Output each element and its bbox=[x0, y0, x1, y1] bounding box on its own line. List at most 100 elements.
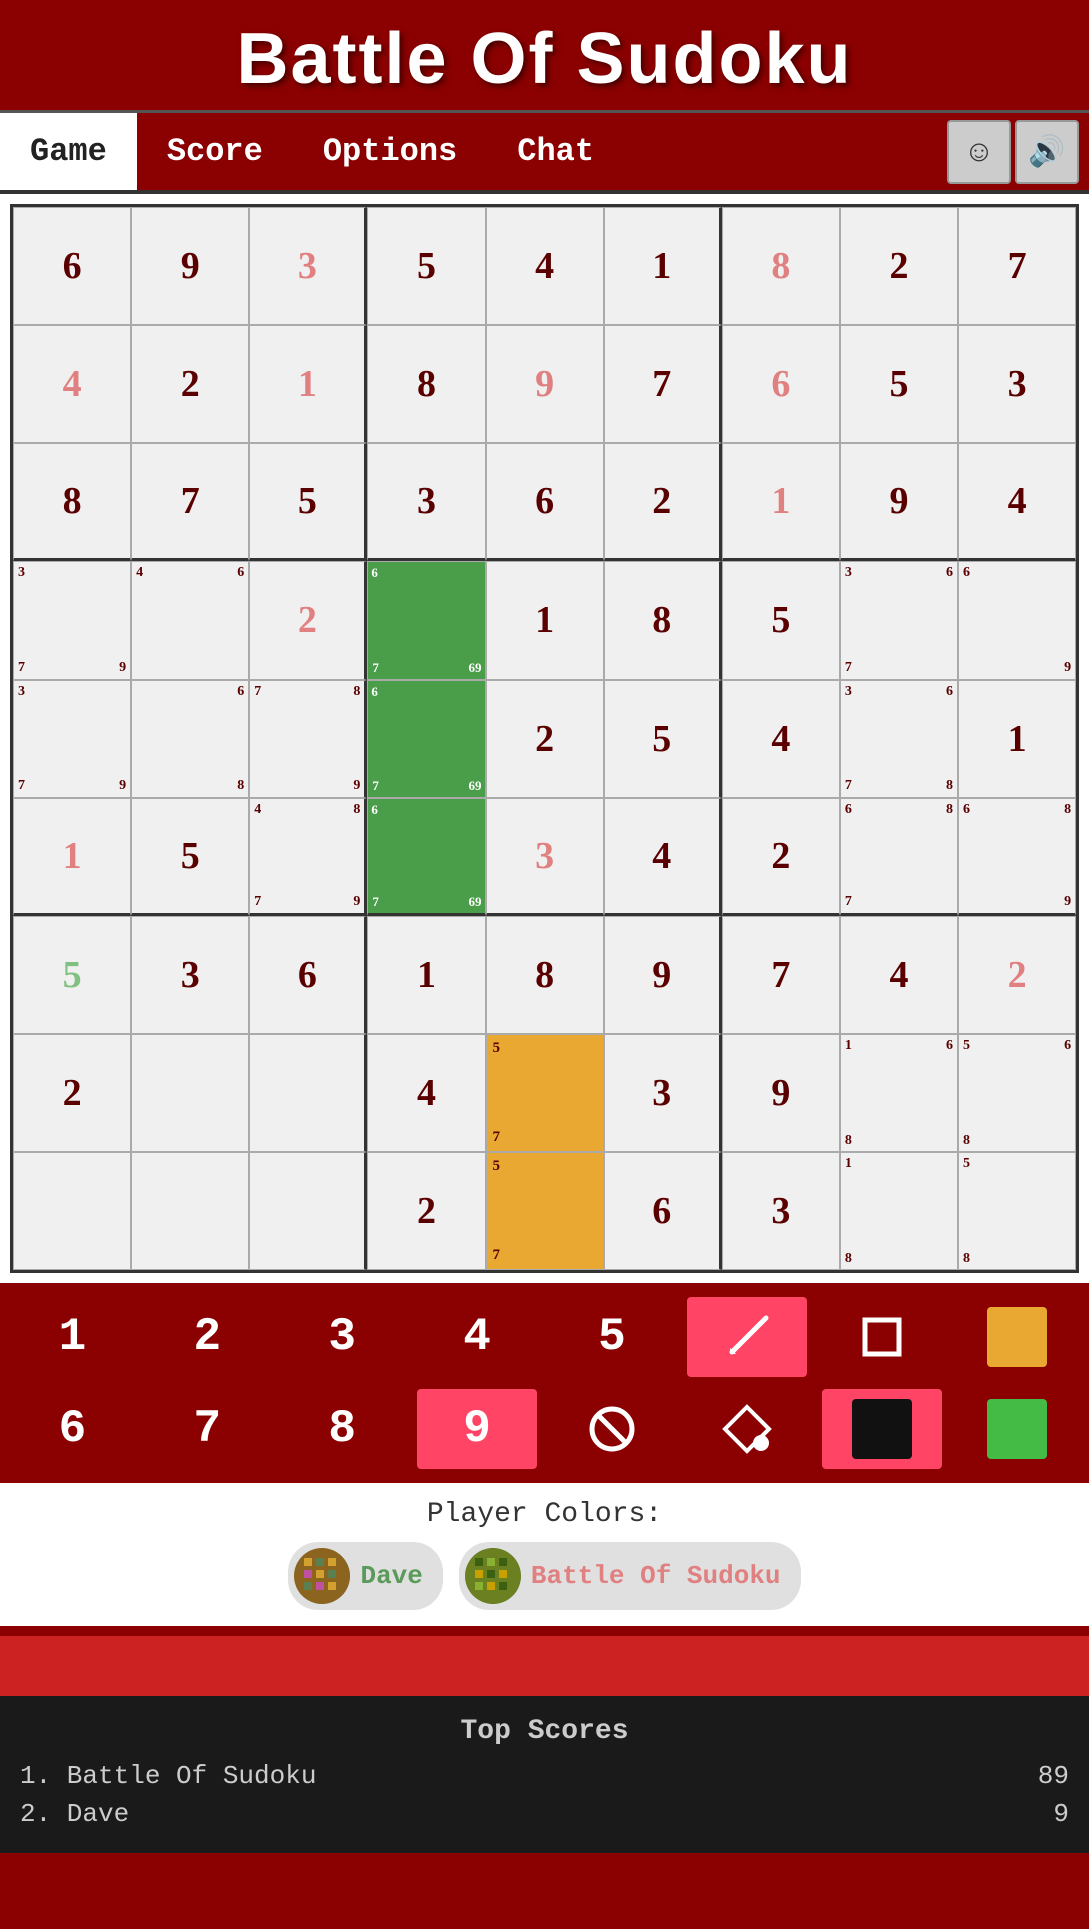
cell-7-2[interactable] bbox=[249, 1034, 367, 1152]
cell-0-8[interactable]: 7 bbox=[958, 207, 1076, 325]
cell-6-4[interactable]: 8 bbox=[486, 916, 604, 1034]
cell-3-6[interactable]: 5 bbox=[722, 561, 840, 679]
cell-1-1[interactable]: 2 bbox=[131, 325, 249, 443]
cell-0-5[interactable]: 1 bbox=[604, 207, 722, 325]
cell-8-7[interactable]: 18 bbox=[840, 1152, 958, 1270]
cell-2-7[interactable]: 9 bbox=[840, 443, 958, 561]
cell-8-2[interactable] bbox=[249, 1152, 367, 1270]
num-btn-2[interactable]: 2 bbox=[147, 1297, 267, 1377]
cell-2-8[interactable]: 4 bbox=[958, 443, 1076, 561]
green-square-btn[interactable] bbox=[957, 1389, 1077, 1469]
cell-0-2[interactable]: 3 bbox=[249, 207, 367, 325]
cell-7-7[interactable]: 168 bbox=[840, 1034, 958, 1152]
num-btn-4[interactable]: 4 bbox=[417, 1297, 537, 1377]
cell-8-1[interactable] bbox=[131, 1152, 249, 1270]
cell-6-1[interactable]: 3 bbox=[131, 916, 249, 1034]
cell-4-7[interactable]: 3678 bbox=[840, 680, 958, 798]
cell-4-2[interactable]: 789 bbox=[249, 680, 367, 798]
num-btn-1[interactable]: 1 bbox=[12, 1297, 132, 1377]
cell-0-7[interactable]: 2 bbox=[840, 207, 958, 325]
cell-5-0[interactable]: 1 bbox=[13, 798, 131, 916]
cell-2-3[interactable]: 3 bbox=[367, 443, 485, 561]
cell-7-5[interactable]: 3 bbox=[604, 1034, 722, 1152]
num-btn-3[interactable]: 3 bbox=[282, 1297, 402, 1377]
cell-0-3[interactable]: 5 bbox=[367, 207, 485, 325]
cell-3-1[interactable]: 46 bbox=[131, 561, 249, 679]
cell-5-3[interactable]: 7669 bbox=[367, 798, 485, 916]
orange-square-btn[interactable] bbox=[957, 1297, 1077, 1377]
cell-8-4[interactable]: 57 bbox=[486, 1152, 604, 1270]
cell-8-0[interactable] bbox=[13, 1152, 131, 1270]
cell-6-3[interactable]: 1 bbox=[367, 916, 485, 1034]
cell-7-6[interactable]: 9 bbox=[722, 1034, 840, 1152]
sound-icon-btn[interactable]: 🔊 bbox=[1015, 120, 1079, 184]
black-square-btn[interactable] bbox=[822, 1389, 942, 1469]
cell-5-2[interactable]: 4879 bbox=[249, 798, 367, 916]
cell-2-0[interactable]: 8 bbox=[13, 443, 131, 561]
cell-6-5[interactable]: 9 bbox=[604, 916, 722, 1034]
tab-options[interactable]: Options bbox=[293, 113, 487, 190]
cell-1-0[interactable]: 4 bbox=[13, 325, 131, 443]
cell-6-6[interactable]: 7 bbox=[722, 916, 840, 1034]
cell-7-1[interactable] bbox=[131, 1034, 249, 1152]
cell-0-1[interactable]: 9 bbox=[131, 207, 249, 325]
cell-8-5[interactable]: 6 bbox=[604, 1152, 722, 1270]
cell-1-2[interactable]: 1 bbox=[249, 325, 367, 443]
cell-3-5[interactable]: 8 bbox=[604, 561, 722, 679]
num-btn-8[interactable]: 8 bbox=[282, 1389, 402, 1469]
cell-4-3[interactable]: 7669 bbox=[367, 680, 485, 798]
cell-3-0[interactable]: 379 bbox=[13, 561, 131, 679]
cell-3-8[interactable]: 69 bbox=[958, 561, 1076, 679]
cell-8-8[interactable]: 58 bbox=[958, 1152, 1076, 1270]
cell-0-0[interactable]: 6 bbox=[13, 207, 131, 325]
cell-5-6[interactable]: 2 bbox=[722, 798, 840, 916]
cell-5-8[interactable]: 689 bbox=[958, 798, 1076, 916]
cell-2-4[interactable]: 6 bbox=[486, 443, 604, 561]
cell-8-3[interactable]: 2 bbox=[367, 1152, 485, 1270]
cell-1-5[interactable]: 7 bbox=[604, 325, 722, 443]
cell-4-1[interactable]: 68 bbox=[131, 680, 249, 798]
ban-btn[interactable] bbox=[552, 1389, 672, 1469]
cell-3-7[interactable]: 367 bbox=[840, 561, 958, 679]
num-btn-7[interactable]: 7 bbox=[147, 1389, 267, 1469]
cell-0-6[interactable]: 8 bbox=[722, 207, 840, 325]
cell-4-8[interactable]: 1 bbox=[958, 680, 1076, 798]
cell-4-6[interactable]: 4 bbox=[722, 680, 840, 798]
cell-6-0[interactable]: 5 bbox=[13, 916, 131, 1034]
cell-3-2[interactable]: 2 bbox=[249, 561, 367, 679]
cell-6-7[interactable]: 4 bbox=[840, 916, 958, 1034]
square-outline-btn[interactable] bbox=[822, 1297, 942, 1377]
cell-2-6[interactable]: 1 bbox=[722, 443, 840, 561]
smiley-icon-btn[interactable]: ☺ bbox=[947, 120, 1011, 184]
cell-4-4[interactable]: 2 bbox=[486, 680, 604, 798]
cell-7-8[interactable]: 568 bbox=[958, 1034, 1076, 1152]
cell-0-4[interactable]: 4 bbox=[486, 207, 604, 325]
tab-score[interactable]: Score bbox=[137, 113, 293, 190]
cell-7-4[interactable]: 57 bbox=[486, 1034, 604, 1152]
cell-1-7[interactable]: 5 bbox=[840, 325, 958, 443]
cell-1-6[interactable]: 6 bbox=[722, 325, 840, 443]
cell-3-4[interactable]: 1 bbox=[486, 561, 604, 679]
tab-chat[interactable]: Chat bbox=[487, 113, 624, 190]
cell-2-5[interactable]: 2 bbox=[604, 443, 722, 561]
num-btn-6[interactable]: 6 bbox=[12, 1389, 132, 1469]
cell-7-0[interactable]: 2 bbox=[13, 1034, 131, 1152]
diamond-fill-btn[interactable] bbox=[687, 1389, 807, 1469]
cell-6-2[interactable]: 6 bbox=[249, 916, 367, 1034]
cell-3-3[interactable]: 7669 bbox=[367, 561, 485, 679]
cell-1-8[interactable]: 3 bbox=[958, 325, 1076, 443]
pencil-btn[interactable] bbox=[687, 1297, 807, 1377]
cell-4-5[interactable]: 5 bbox=[604, 680, 722, 798]
cell-5-7[interactable]: 687 bbox=[840, 798, 958, 916]
cell-1-4[interactable]: 9 bbox=[486, 325, 604, 443]
cell-5-5[interactable]: 4 bbox=[604, 798, 722, 916]
cell-6-8[interactable]: 2 bbox=[958, 916, 1076, 1034]
num-btn-5[interactable]: 5 bbox=[552, 1297, 672, 1377]
cell-8-6[interactable]: 3 bbox=[722, 1152, 840, 1270]
cell-7-3[interactable]: 4 bbox=[367, 1034, 485, 1152]
cell-2-1[interactable]: 7 bbox=[131, 443, 249, 561]
cell-1-3[interactable]: 8 bbox=[367, 325, 485, 443]
cell-5-4[interactable]: 3 bbox=[486, 798, 604, 916]
num-btn-9[interactable]: 9 bbox=[417, 1389, 537, 1469]
cell-4-0[interactable]: 379 bbox=[13, 680, 131, 798]
